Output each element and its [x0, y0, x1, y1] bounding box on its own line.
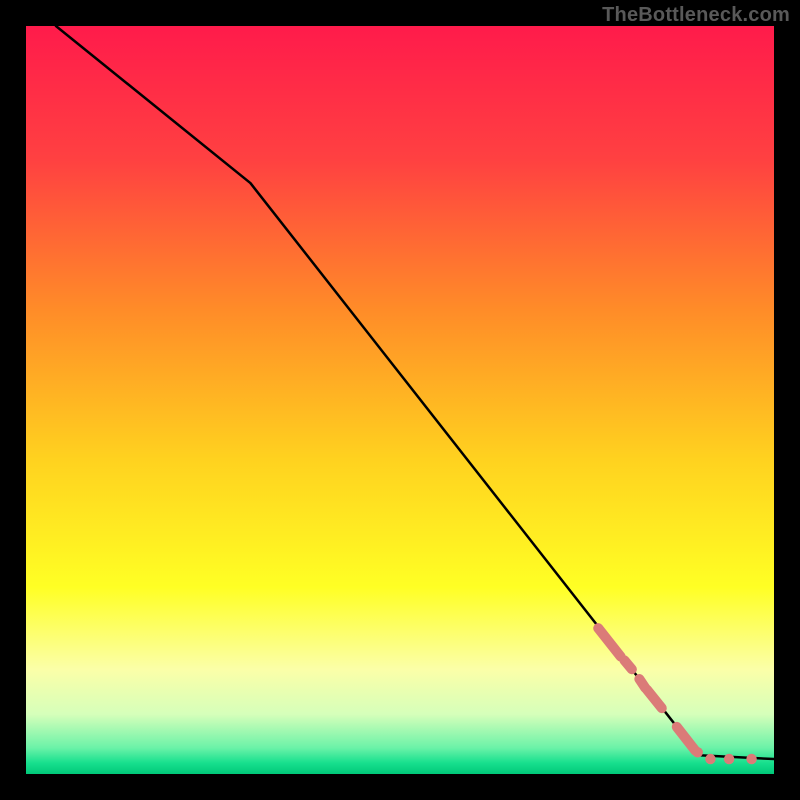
gradient-background: [26, 26, 774, 774]
highlight-dot: [724, 754, 734, 764]
highlight-dot: [692, 747, 702, 757]
highlight-dot: [746, 754, 756, 764]
bottleneck-chart: [26, 26, 774, 774]
chart-stage: TheBottleneck.com: [0, 0, 800, 800]
watermark-text: TheBottleneck.com: [602, 4, 790, 27]
highlight-segment: [624, 660, 631, 669]
highlight-dot: [705, 754, 715, 764]
